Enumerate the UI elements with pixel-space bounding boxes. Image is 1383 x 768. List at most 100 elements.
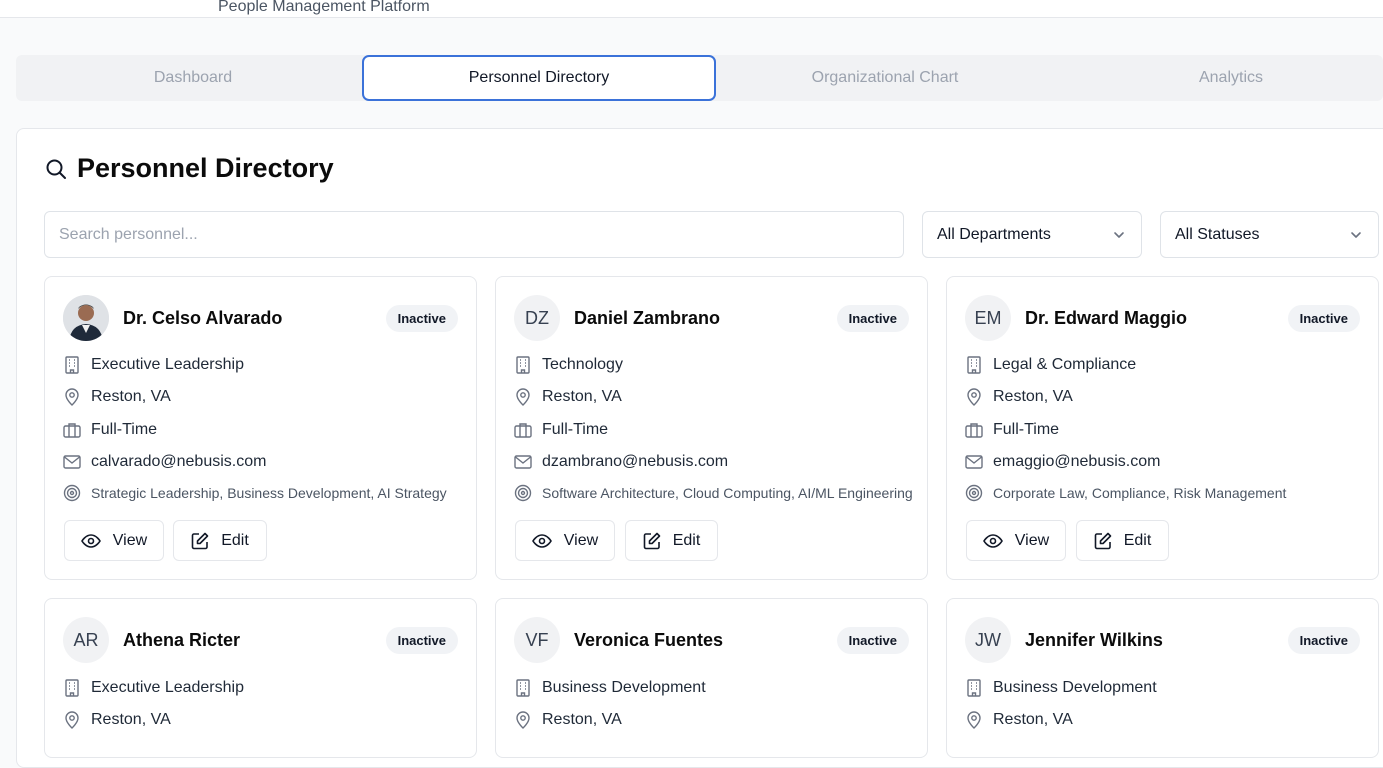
target-icon <box>514 484 532 502</box>
map-pin-icon <box>63 711 81 729</box>
view-button[interactable]: View <box>515 520 615 561</box>
edit-icon <box>191 532 209 550</box>
email-row: dzambrano@nebusis.com <box>514 453 728 471</box>
email-text: calvarado@nebusis.com <box>91 453 267 470</box>
status-filter[interactable]: All Statuses <box>1160 211 1379 258</box>
eye-icon <box>982 533 1003 548</box>
building-icon <box>965 679 983 697</box>
eye-icon <box>531 533 552 548</box>
personnel-name: Dr. Celso Alvarado <box>123 308 283 328</box>
map-pin-icon <box>965 711 983 729</box>
building-icon <box>965 356 983 374</box>
briefcase-icon <box>63 421 81 439</box>
email-row: calvarado@nebusis.com <box>63 453 266 471</box>
department-text: Business Development <box>542 679 706 696</box>
view-button-label: View <box>563 531 599 549</box>
department-row: Business Development <box>965 679 1157 697</box>
edit-button-label: Edit <box>672 531 701 549</box>
avatar: AR <box>63 617 109 663</box>
chevron-down-icon <box>1348 227 1364 243</box>
department-filter[interactable]: All Departments <box>922 211 1142 258</box>
email-text: dzambrano@nebusis.com <box>542 453 729 470</box>
personnel-card: JW Jennifer Wilkins Inactive Business De… <box>946 598 1379 758</box>
view-button[interactable]: View <box>966 520 1066 561</box>
personnel-name: Athena Ricter <box>123 630 241 650</box>
employment-text: Full-Time <box>993 421 1060 438</box>
directory-header: Personnel Directory <box>44 153 334 184</box>
status-badge: Inactive <box>1287 627 1360 654</box>
skills-row: Strategic Leadership, Business Developme… <box>63 484 447 502</box>
location-text: Reston, VA <box>91 388 171 405</box>
skills-text: Software Architecture, Cloud Computing, … <box>542 485 913 501</box>
building-icon <box>514 356 532 374</box>
employment-text: Full-Time <box>91 421 158 438</box>
view-button-label: View <box>112 531 148 549</box>
location-row: Reston, VA <box>63 711 171 729</box>
briefcase-icon <box>965 421 983 439</box>
personnel-card: DZ Daniel Zambrano Inactive Technology R… <box>495 276 928 580</box>
tab-organizational-chart[interactable]: Organizational Chart <box>708 55 1062 101</box>
personnel-card: VF Veronica Fuentes Inactive Business De… <box>495 598 928 758</box>
avatar: EM <box>965 295 1011 341</box>
view-button-label: View <box>1014 531 1050 549</box>
department-text: Executive Leadership <box>91 679 244 696</box>
skills-row: Corporate Law, Compliance, Risk Manageme… <box>965 484 1286 502</box>
department-filter-value: All Departments <box>937 225 1051 243</box>
location-text: Reston, VA <box>993 711 1073 728</box>
eye-icon <box>80 533 101 548</box>
map-pin-icon <box>63 388 81 406</box>
tab-dashboard[interactable]: Dashboard <box>16 55 370 101</box>
department-row: Technology <box>514 356 623 374</box>
personnel-name: Veronica Fuentes <box>574 630 724 650</box>
department-row: Legal & Compliance <box>965 356 1136 374</box>
location-text: Reston, VA <box>993 388 1073 405</box>
status-filter-value: All Statuses <box>1175 225 1260 243</box>
location-text: Reston, VA <box>542 711 622 728</box>
map-pin-icon <box>514 388 532 406</box>
location-row: Reston, VA <box>514 711 622 729</box>
employment-text: Full-Time <box>542 421 609 438</box>
personnel-name: Jennifer Wilkins <box>1025 630 1163 650</box>
edit-icon <box>1094 532 1112 550</box>
main-tabs: Dashboard Personnel Directory Organizati… <box>16 55 1383 101</box>
department-text: Executive Leadership <box>91 356 244 373</box>
location-text: Reston, VA <box>91 711 171 728</box>
target-icon <box>63 484 81 502</box>
status-badge: Inactive <box>1287 305 1360 332</box>
department-row: Executive Leadership <box>63 356 244 374</box>
briefcase-icon <box>514 421 532 439</box>
department-row: Executive Leadership <box>63 679 244 697</box>
chevron-down-icon <box>1111 227 1127 243</box>
location-row: Reston, VA <box>63 388 171 406</box>
search-input[interactable] <box>44 211 904 258</box>
edit-button[interactable]: Edit <box>625 520 718 561</box>
tab-personnel-directory[interactable]: Personnel Directory <box>362 55 716 101</box>
skills-text: Strategic Leadership, Business Developme… <box>91 485 447 501</box>
department-text: Legal & Compliance <box>993 356 1137 373</box>
location-text: Reston, VA <box>542 388 622 405</box>
map-pin-icon <box>965 388 983 406</box>
location-row: Reston, VA <box>965 711 1073 729</box>
app-header: People Management Platform <box>0 0 1383 18</box>
skills-text: Corporate Law, Compliance, Risk Manageme… <box>993 485 1287 501</box>
edit-button-label: Edit <box>221 531 249 549</box>
map-pin-icon <box>514 711 532 729</box>
employment-row: Full-Time <box>63 421 157 439</box>
tab-analytics[interactable]: Analytics <box>1054 55 1383 101</box>
avatar: DZ <box>514 295 560 341</box>
personnel-card: Dr. Celso Alvarado Inactive Executive Le… <box>44 276 477 580</box>
edit-button[interactable]: Edit <box>1076 520 1169 561</box>
building-icon <box>63 679 81 697</box>
avatar: JW <box>965 617 1011 663</box>
avatar <box>63 295 109 341</box>
search-icon <box>44 157 68 181</box>
target-icon <box>965 484 983 502</box>
avatar: VF <box>514 617 560 663</box>
edit-button[interactable]: Edit <box>173 520 267 561</box>
personnel-name: Daniel Zambrano <box>574 308 721 328</box>
employment-row: Full-Time <box>965 421 1059 439</box>
email-text: emaggio@nebusis.com <box>993 453 1161 470</box>
page-title: Personnel Directory <box>77 153 334 183</box>
view-button[interactable]: View <box>64 520 164 561</box>
personnel-card: EM Dr. Edward Maggio Inactive Legal & Co… <box>946 276 1379 580</box>
